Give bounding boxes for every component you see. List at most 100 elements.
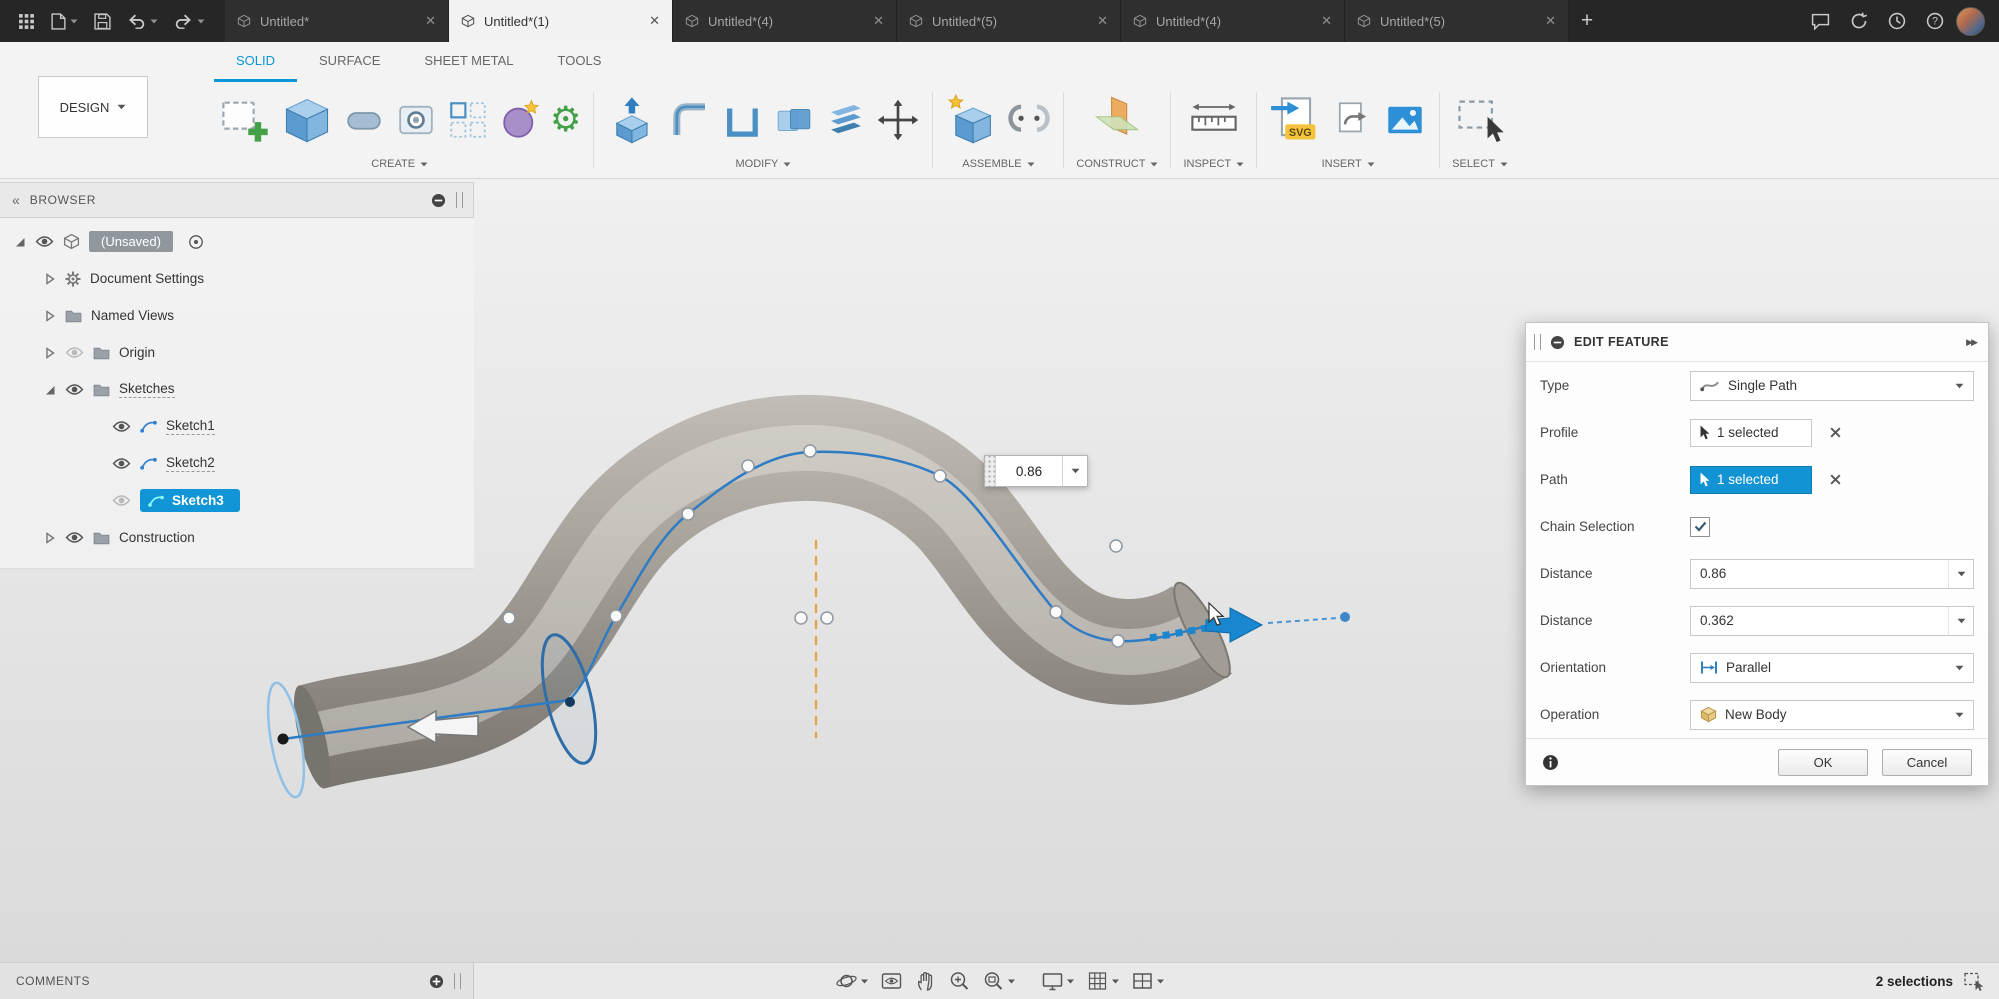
create-box-button[interactable] (280, 93, 334, 147)
selection-filter-icon[interactable] (1963, 970, 1985, 992)
pan-button[interactable] (914, 970, 936, 992)
tree-row-named-views[interactable]: Named Views (0, 297, 474, 334)
create-sketch-button[interactable] (218, 93, 272, 147)
orientation-dropdown[interactable]: Parallel (1690, 653, 1974, 683)
visibility-eye-icon[interactable] (112, 420, 131, 433)
tab-sheet-metal[interactable]: SHEET METAL (402, 42, 535, 82)
display-settings-button[interactable] (1041, 970, 1074, 992)
document-tab-6[interactable]: Untitled*(5) ✕ (1345, 0, 1569, 42)
tab-tools[interactable]: TOOLS (536, 42, 624, 82)
viewports-button[interactable] (1131, 970, 1164, 992)
combine-button[interactable] (772, 98, 816, 142)
visibility-eye-icon[interactable] (65, 531, 84, 544)
recent-activity-button[interactable] (1880, 0, 1914, 42)
insert-group-dropdown[interactable]: INSERT (1322, 158, 1375, 178)
tree-item-label[interactable]: Named Views (91, 308, 174, 323)
assemble-group-dropdown[interactable]: ASSEMBLE (962, 158, 1034, 178)
create-hole-button[interactable] (394, 98, 438, 142)
collapse-panel-icon[interactable]: « (12, 192, 20, 208)
visibility-eye-icon-off[interactable] (65, 346, 84, 359)
type-dropdown[interactable]: Single Path (1690, 371, 1974, 401)
new-tab-button[interactable]: + (1569, 0, 1605, 42)
drag-grip[interactable] (985, 456, 996, 486)
expand-dialog-icon[interactable]: ▶▶ (1966, 337, 1976, 348)
dimension-value-input[interactable]: 0.86 (996, 456, 1062, 486)
distance1-input[interactable]: 0.86 (1690, 559, 1974, 589)
collapse-all-icon[interactable] (431, 193, 446, 208)
browser-header[interactable]: « BROWSER (0, 182, 474, 218)
insert-canvas-button[interactable] (1383, 98, 1427, 142)
offset-face-button[interactable] (824, 98, 868, 142)
tree-row-sketch2[interactable]: Sketch2 (0, 445, 474, 482)
path-selection-field-active[interactable]: 1 selected (1690, 466, 1812, 494)
collapsed-triangle-icon[interactable] (44, 347, 56, 359)
cancel-button[interactable]: Cancel (1882, 749, 1972, 776)
tree-item-label[interactable]: Sketch2 (166, 455, 215, 472)
tree-row-sketches[interactable]: Sketches (0, 371, 474, 408)
zoom-button[interactable] (948, 970, 970, 992)
tree-item-label[interactable]: Construction (119, 530, 195, 545)
expanded-triangle-icon[interactable] (14, 236, 26, 248)
create-form-button[interactable] (498, 98, 542, 142)
workspace-switcher-design[interactable]: DESIGN (38, 76, 148, 138)
joint-button[interactable] (1007, 98, 1051, 142)
document-tab-3[interactable]: Untitled*(4) ✕ (673, 0, 897, 42)
dialog-drag-grip[interactable] (1534, 334, 1541, 350)
app-grid-menu-button[interactable] (10, 0, 43, 42)
redo-button[interactable] (166, 0, 213, 42)
path-endpoint[interactable] (1340, 612, 1350, 622)
tab-close-icon[interactable]: ✕ (873, 13, 884, 29)
profile-selection-field[interactable]: 1 selected (1690, 419, 1812, 447)
create-gear-addin-button[interactable]: ⚙ (550, 98, 581, 142)
collapsed-triangle-icon[interactable] (44, 310, 56, 322)
document-tab-1[interactable]: Untitled* ✕ (225, 0, 449, 42)
tree-item-label[interactable]: Sketches (119, 381, 175, 398)
visibility-eye-icon[interactable] (112, 457, 131, 470)
info-icon[interactable] (1542, 754, 1559, 771)
ok-button[interactable]: OK (1778, 749, 1868, 776)
tree-row-sketch3-selected[interactable]: Sketch3 (0, 482, 474, 519)
root-document-label[interactable]: (Unsaved) (89, 231, 173, 252)
create-sweep-button[interactable] (342, 98, 386, 142)
document-tab-2-active[interactable]: Untitled*(1) ✕ (449, 0, 673, 42)
tree-row-origin[interactable]: Origin (0, 334, 474, 371)
tree-row-construction[interactable]: Construction (0, 519, 474, 556)
file-menu-button[interactable] (43, 0, 86, 42)
selected-item-highlight[interactable]: Sketch3 (140, 489, 240, 512)
fillet-button[interactable] (668, 98, 712, 142)
tab-close-icon[interactable]: ✕ (425, 13, 436, 29)
help-button[interactable] (1918, 0, 1952, 42)
visibility-eye-icon[interactable] (112, 494, 131, 507)
job-status-button[interactable] (1842, 0, 1876, 42)
move-copy-button[interactable] (876, 98, 920, 142)
select-button[interactable] (1453, 93, 1507, 147)
tree-item-label[interactable]: Sketch1 (166, 418, 215, 435)
expanded-triangle-icon[interactable] (44, 384, 56, 396)
section-center-point[interactable] (565, 697, 575, 707)
undo-button[interactable] (119, 0, 166, 42)
tab-close-icon[interactable]: ✕ (649, 13, 660, 29)
tree-item-label[interactable]: Document Settings (90, 271, 204, 286)
new-component-button[interactable] (945, 93, 999, 147)
distance2-dropdown-button[interactable] (1948, 607, 1973, 635)
document-tab-5[interactable]: Untitled*(4) ✕ (1121, 0, 1345, 42)
tab-solid[interactable]: SOLID (214, 42, 297, 82)
add-comment-icon[interactable] (429, 974, 444, 989)
dialog-header[interactable]: EDIT FEATURE ▶▶ (1526, 323, 1988, 362)
activate-component-radio-icon[interactable] (188, 234, 204, 250)
modify-group-dropdown[interactable]: MODIFY (736, 158, 792, 178)
panel-resize-grip[interactable] (456, 192, 463, 208)
visibility-eye-icon[interactable] (65, 383, 84, 396)
look-at-button[interactable] (880, 970, 902, 992)
profile-clear-button[interactable] (1822, 420, 1848, 446)
collapsed-triangle-icon[interactable] (44, 532, 56, 544)
tree-item-label[interactable]: Origin (119, 345, 155, 360)
tree-row-sketch1[interactable]: Sketch1 (0, 408, 474, 445)
construct-group-dropdown[interactable]: CONSTRUCT (1076, 158, 1158, 178)
dimension-input-box[interactable]: 0.86 (984, 455, 1088, 487)
insert-svg-button[interactable]: SVG (1269, 93, 1323, 147)
distance1-dropdown-button[interactable] (1948, 560, 1973, 588)
panel-resize-grip[interactable] (454, 973, 461, 989)
press-pull-button[interactable] (606, 93, 660, 147)
tab-close-icon[interactable]: ✕ (1097, 13, 1108, 29)
